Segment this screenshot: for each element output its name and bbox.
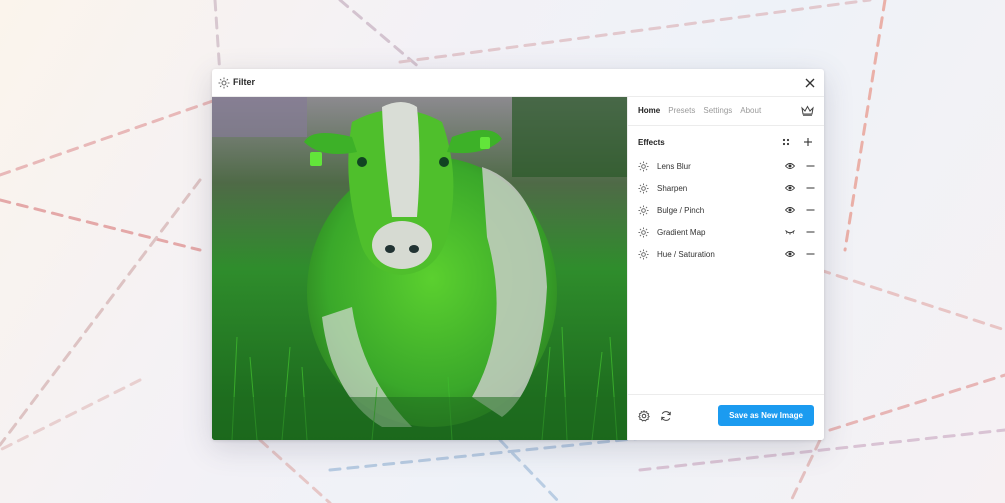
effect-row-hue-saturation[interactable]: Hue / Saturation (638, 243, 815, 265)
window-title: Filter (233, 77, 256, 87)
effect-row-gradient-map[interactable]: Gradient Map (638, 221, 815, 243)
close-icon[interactable] (804, 77, 816, 89)
effect-label: Bulge / Pinch (657, 205, 705, 215)
effect-label: Sharpen (657, 183, 688, 193)
sun-icon (638, 160, 649, 172)
filter-panel: Home Presets Settings About Effects Lens… (627, 97, 824, 440)
eye-icon[interactable] (785, 162, 795, 170)
save-as-new-image-button[interactable]: Save as New Image (718, 405, 814, 426)
sun-icon (218, 77, 230, 89)
eye-closed-icon[interactable] (785, 228, 795, 236)
tab-home[interactable]: Home (638, 106, 660, 115)
eye-icon[interactable] (785, 184, 795, 192)
gear-icon[interactable] (638, 410, 650, 422)
crown-icon[interactable] (801, 105, 814, 116)
sun-icon (638, 182, 649, 194)
effect-label: Hue / Saturation (657, 249, 715, 259)
tab-divider (628, 125, 824, 126)
remove-effect-icon[interactable] (806, 228, 815, 236)
image-preview (212, 97, 627, 440)
remove-effect-icon[interactable] (806, 250, 815, 258)
tab-presets[interactable]: Presets (668, 106, 695, 115)
effect-label: Lens Blur (657, 161, 691, 171)
grid-dots-icon[interactable] (782, 138, 790, 146)
refresh-icon[interactable] (660, 410, 672, 422)
effect-row-bulge-pinch[interactable]: Bulge / Pinch (638, 199, 815, 221)
remove-effect-icon[interactable] (806, 184, 815, 192)
eye-icon[interactable] (785, 206, 795, 214)
tab-settings[interactable]: Settings (703, 106, 732, 115)
title-bar: Filter (212, 69, 824, 97)
remove-effect-icon[interactable] (806, 162, 815, 170)
footer-divider (628, 394, 824, 395)
effects-heading: Effects (638, 138, 665, 147)
add-effect-icon[interactable] (803, 137, 813, 147)
effect-row-sharpen[interactable]: Sharpen (638, 177, 815, 199)
tab-about[interactable]: About (740, 106, 761, 115)
panel-tabs: Home Presets Settings About (638, 106, 761, 115)
effect-row-lens-blur[interactable]: Lens Blur (638, 155, 815, 177)
effect-label: Gradient Map (657, 227, 706, 237)
effect-list: Lens Blur Sharpen Bulge / Pinch Gradient… (638, 155, 815, 265)
cow-image (212, 97, 627, 440)
remove-effect-icon[interactable] (806, 206, 815, 214)
filter-window: Filter Home Presets Settings About Effec… (212, 69, 824, 440)
sun-icon (638, 204, 649, 216)
sun-icon (638, 248, 649, 260)
sun-icon (638, 226, 649, 238)
eye-icon[interactable] (785, 250, 795, 258)
